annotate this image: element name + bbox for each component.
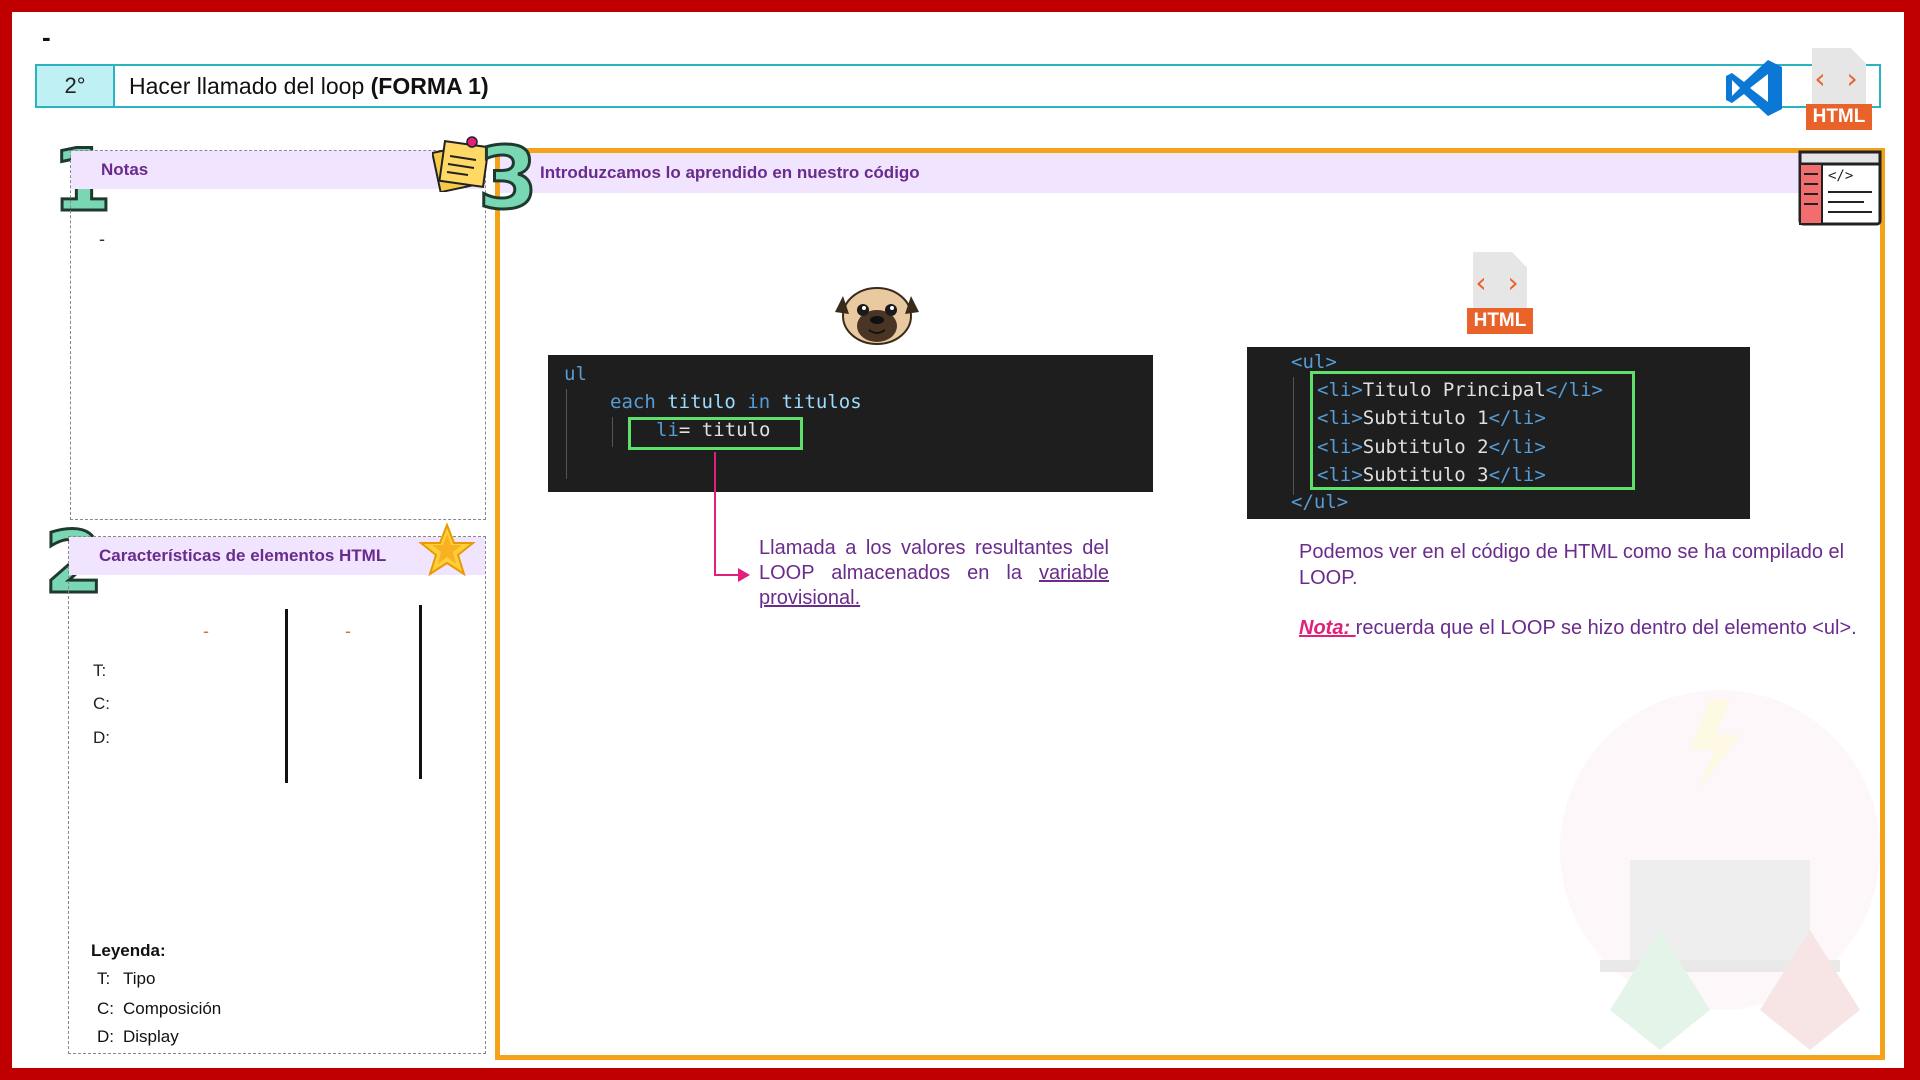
- vscode-icon: [1726, 60, 1782, 116]
- legend-item: T: Tipo: [97, 969, 155, 989]
- code-token: <ul>: [1291, 351, 1337, 373]
- code-line: <ul>: [1291, 351, 1337, 373]
- slide-title-plain: Hacer llamado del loop: [129, 72, 371, 99]
- legend-item: D: Display: [97, 1027, 179, 1047]
- code-token: titulos: [770, 391, 862, 413]
- legend-key: T:: [97, 969, 111, 988]
- html-code-glyph: ‹ ›: [1814, 62, 1864, 95]
- code-line: </ul>: [1291, 491, 1348, 513]
- slide-header: 2° Hacer llamado del loop (FORMA 1): [35, 64, 1881, 108]
- code-token: ul: [564, 363, 587, 385]
- indent-guide: [612, 417, 613, 447]
- characteristics-panel: Características de elementos HTML - - T:…: [68, 536, 486, 1054]
- column-dash-1: -: [203, 621, 209, 641]
- html-label: HTML: [1806, 104, 1872, 130]
- notes-panel: Notas -: [70, 150, 486, 520]
- row-label-c: C:: [93, 694, 110, 713]
- code-token: </ul>: [1291, 491, 1349, 513]
- row-label-d: D:: [93, 728, 110, 747]
- column-divider: [419, 605, 422, 779]
- main-panel-title: Introduzcamos lo aprendido en nuestro có…: [500, 153, 1880, 193]
- html-label: HTML: [1467, 308, 1533, 334]
- callout-arrow: [714, 452, 716, 576]
- slide-title-bold: (FORMA 1): [370, 72, 489, 99]
- notes-title: Notas: [71, 151, 485, 189]
- legend-title: Leyenda:: [91, 941, 166, 960]
- callout-arrow: [714, 574, 740, 576]
- highlight-box: [628, 417, 803, 450]
- legend-key: D:: [97, 1027, 114, 1046]
- note-text: Nota: recuerda que el LOOP se hizo dentr…: [1299, 617, 1879, 640]
- step-number: 2°: [37, 66, 115, 106]
- code-editor-icon: </>: [1798, 150, 1882, 226]
- watermark-illustration: [1560, 690, 1880, 1050]
- legend-key: C:: [97, 999, 114, 1018]
- legend-value: Composición: [123, 999, 222, 1018]
- legend-item: C: Composición: [97, 999, 221, 1019]
- row-label-t: T:: [93, 661, 107, 680]
- highlight-box: [1310, 371, 1635, 490]
- column-divider: [285, 609, 288, 783]
- legend-value: Display: [123, 1027, 179, 1046]
- legend-value: Tipo: [123, 969, 156, 988]
- section-number-3: 3: [477, 129, 540, 229]
- html-code-glyph: ‹ ›: [1475, 266, 1525, 299]
- indent-guide: [1293, 377, 1294, 495]
- pug-icon: [835, 287, 919, 345]
- star-icon: [418, 522, 476, 577]
- top-dash: -: [42, 22, 51, 52]
- code-token: in: [747, 391, 771, 413]
- html-file-icon: ‹ › HTML: [1806, 48, 1872, 130]
- note-label: Nota:: [1299, 617, 1356, 639]
- code-line: each titulo in titulos: [610, 391, 862, 413]
- callout-arrow-head: [738, 568, 750, 582]
- html-explanation: Podemos ver en el código de HTML como se…: [1299, 541, 1845, 589]
- slide-title: Hacer llamado del loop (FORMA 1): [115, 73, 489, 100]
- column-dash-2: -: [345, 621, 351, 641]
- note-body: recuerda que el LOOP se hizo dentro del …: [1355, 617, 1857, 639]
- html-file-icon: ‹ › HTML: [1467, 252, 1533, 334]
- code-token: titulo: [655, 391, 748, 413]
- svg-text:</>: </>: [1828, 168, 1853, 184]
- notes-content: -: [99, 229, 105, 249]
- indent-guide: [566, 389, 567, 479]
- pug-explanation: Llamada a los valores resultantes del LO…: [759, 536, 1109, 611]
- code-token: each: [610, 391, 656, 413]
- code-line: ul: [564, 363, 587, 385]
